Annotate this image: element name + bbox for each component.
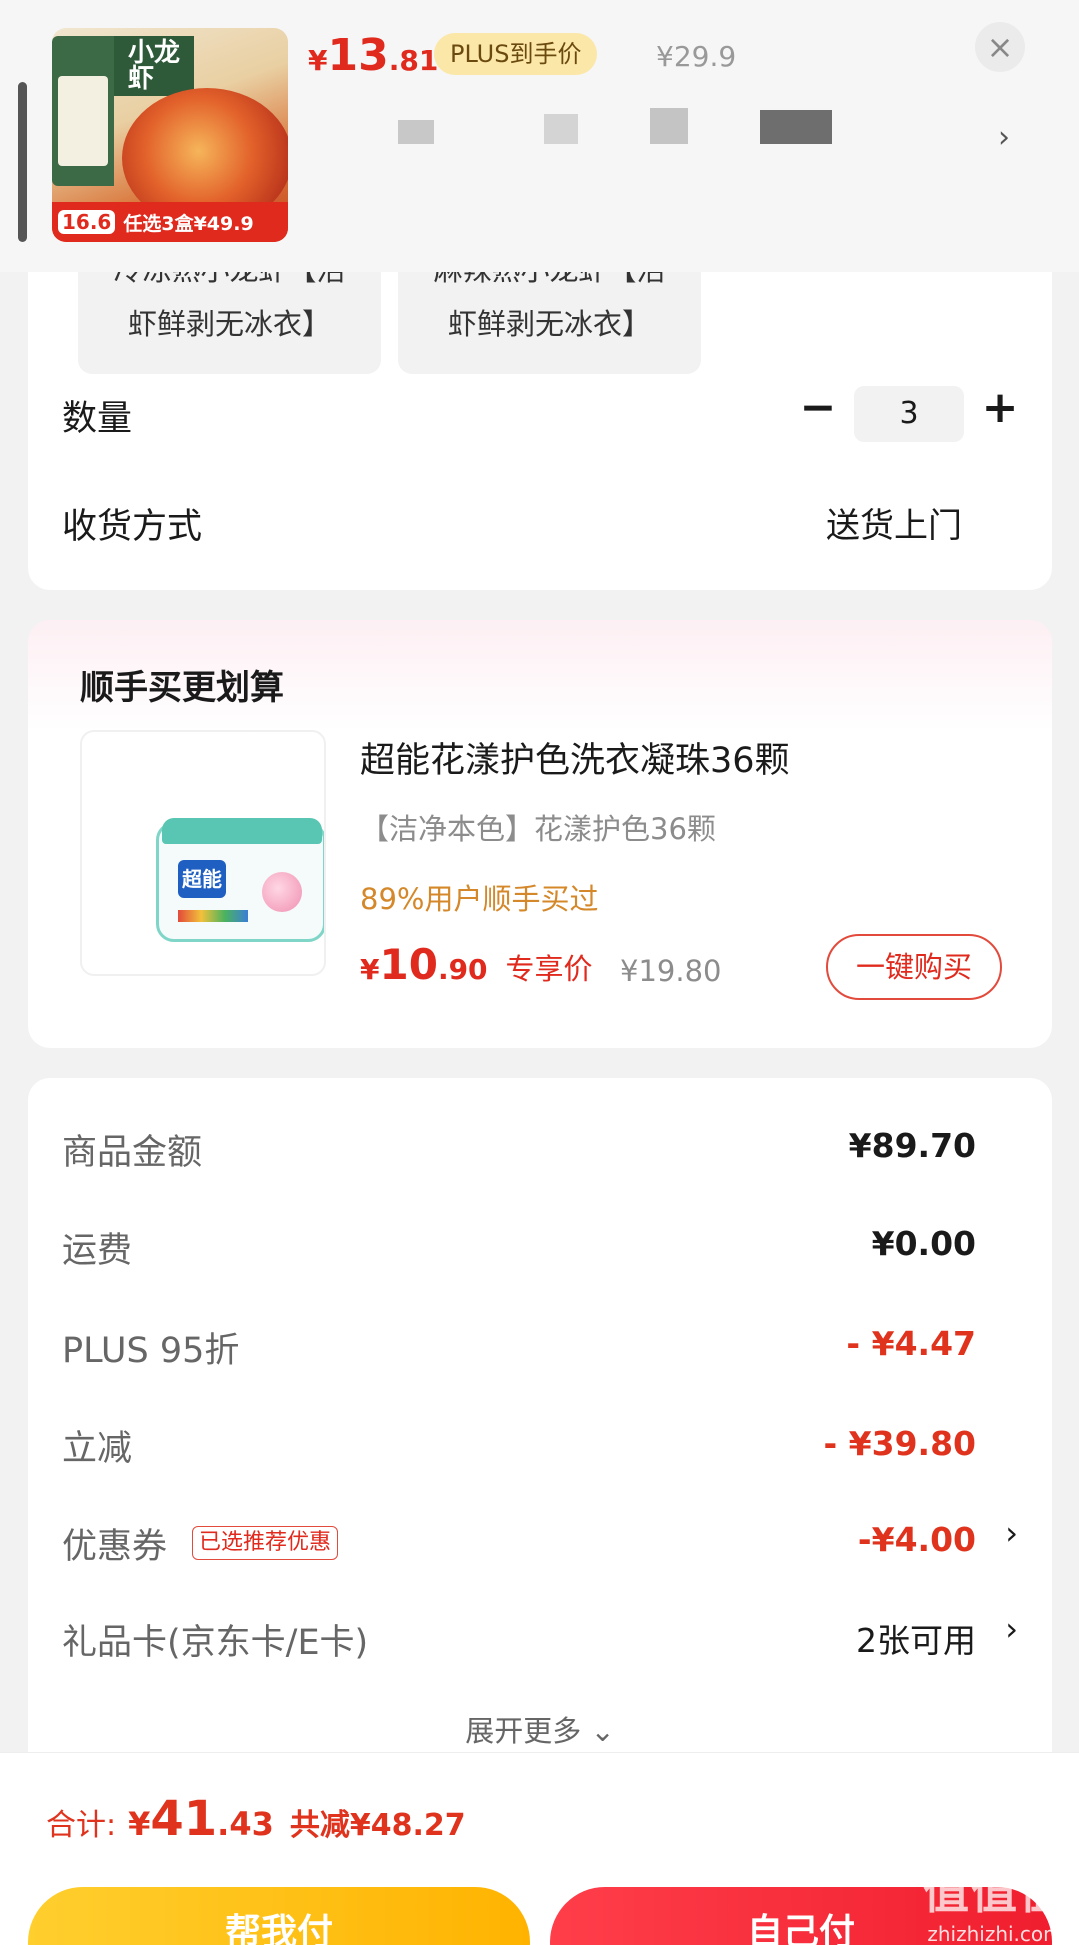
spec-option[interactable]: 麻辣熟小龙虾【活 虾鲜剥无冰衣】 <box>398 260 701 374</box>
blurred-spec-option[interactable] <box>544 114 578 144</box>
quantity-input[interactable]: 3 <box>854 386 964 442</box>
instant-discount-value: - ¥39.80 <box>823 1424 976 1463</box>
delivery-method-label: 收货方式 <box>62 507 203 547</box>
site-watermark: 值值值 zhizhizhi.com <box>923 1865 1067 1945</box>
scroll-indicator[interactable] <box>18 82 27 242</box>
expand-more-button[interactable]: 展开更多 ⌄ <box>28 1708 1052 1750</box>
shipping-fee-label: 运费 <box>62 1231 133 1271</box>
recommend-title: 顺手买更划算 <box>80 668 284 708</box>
close-button[interactable]: × <box>975 22 1025 72</box>
price-summary-card: 商品金额 ¥89.70 运费 ¥0.00 PLUS 95折 - ¥4.47 立减… <box>28 1078 1052 1798</box>
help-me-pay-button[interactable]: 帮我付 <box>28 1887 530 1945</box>
quantity-label: 数量 <box>62 399 133 439</box>
plus-price-tag: PLUS到手价 <box>434 33 598 75</box>
package-title: 小龙虾 <box>114 36 194 96</box>
product-summary-header: 小龙虾 16.6 任选3盒¥49.9 ¥ 13 .81 PLUS到手价 ¥29.… <box>0 0 1079 272</box>
gift-card-value[interactable]: 2张可用 <box>856 1614 976 1662</box>
blurred-spec-option[interactable] <box>760 110 832 144</box>
checkout-page: 小龙虾 16.6 任选3盒¥49.9 ¥ 13 .81 PLUS到手价 ¥29.… <box>0 0 1079 1945</box>
checkout-bar: 合计: ¥ 41 .43 共减¥48.27 帮我付 自己付 <box>0 1752 1079 1945</box>
gift-card-label[interactable]: 礼品卡(京东卡/E卡) <box>62 1614 368 1665</box>
package-side <box>52 36 114 186</box>
header-original-price: ¥29.9 <box>656 40 737 73</box>
brand-logo: 超能 <box>178 860 226 898</box>
recommend-product-image[interactable]: 超能 <box>80 730 326 976</box>
quantity-decrease-button[interactable]: − <box>798 382 838 433</box>
coupon-value[interactable]: -¥4.00 <box>858 1520 976 1559</box>
coupon-recommended-tag: 已选推荐优惠 <box>192 1526 339 1560</box>
recommend-product-name[interactable]: 超能花漾护色洗衣凝珠36颗 <box>360 732 790 783</box>
spec-option[interactable]: 冷冻熟小龙虾【活 虾鲜剥无冰衣】 <box>78 260 381 374</box>
header-price: ¥ 13 .81 <box>308 30 439 81</box>
coupon-chevron-icon[interactable]: › <box>1005 1514 1018 1552</box>
order-options-card: 冷冻熟小龙虾【活 虾鲜剥无冰衣】 麻辣熟小龙虾【活 虾鲜剥无冰衣】 数量 − 3… <box>28 230 1052 590</box>
instant-discount-label: 立减 <box>62 1429 133 1469</box>
thumbnail-promo-badge: 16.6 任选3盒¥49.9 <box>52 202 288 242</box>
shipping-fee-value: ¥0.00 <box>871 1224 976 1263</box>
recommend-purchase-hint: 89%用户顺手买过 <box>360 882 599 916</box>
one-click-buy-button[interactable]: 一键购买 <box>826 934 1002 1000</box>
gift-card-chevron-icon[interactable]: › <box>1005 1610 1018 1648</box>
recommend-original-price: ¥19.80 <box>620 954 722 988</box>
quantity-increase-button[interactable]: + <box>980 382 1020 433</box>
recommend-price: ¥ 10 .90 专享价 <box>360 940 593 989</box>
blurred-spec-option[interactable] <box>650 108 688 144</box>
plus-discount-value: - ¥4.47 <box>846 1324 976 1363</box>
goods-amount-label: 商品金额 <box>62 1133 203 1173</box>
delivery-method-value[interactable]: 送货上门 <box>826 498 962 547</box>
addon-recommend-card: 顺手买更划算 超能 超能花漾护色洗衣凝珠36颗 【洁净本色】花漾护色36颗 89… <box>28 620 1052 1048</box>
coupon-label[interactable]: 优惠券 <box>62 1518 167 1569</box>
recommend-product-spec: 【洁净本色】花漾护色36颗 <box>360 812 716 846</box>
blurred-spec-option[interactable] <box>398 120 434 144</box>
order-total: 合计: ¥ 41 .43 共减¥48.27 <box>46 1791 466 1847</box>
goods-amount-value: ¥89.70 <box>848 1126 976 1165</box>
product-thumbnail[interactable]: 小龙虾 16.6 任选3盒¥49.9 <box>52 28 288 242</box>
plus-discount-label: PLUS 95折 <box>62 1331 240 1371</box>
chevron-right-icon[interactable]: › <box>998 120 1010 155</box>
